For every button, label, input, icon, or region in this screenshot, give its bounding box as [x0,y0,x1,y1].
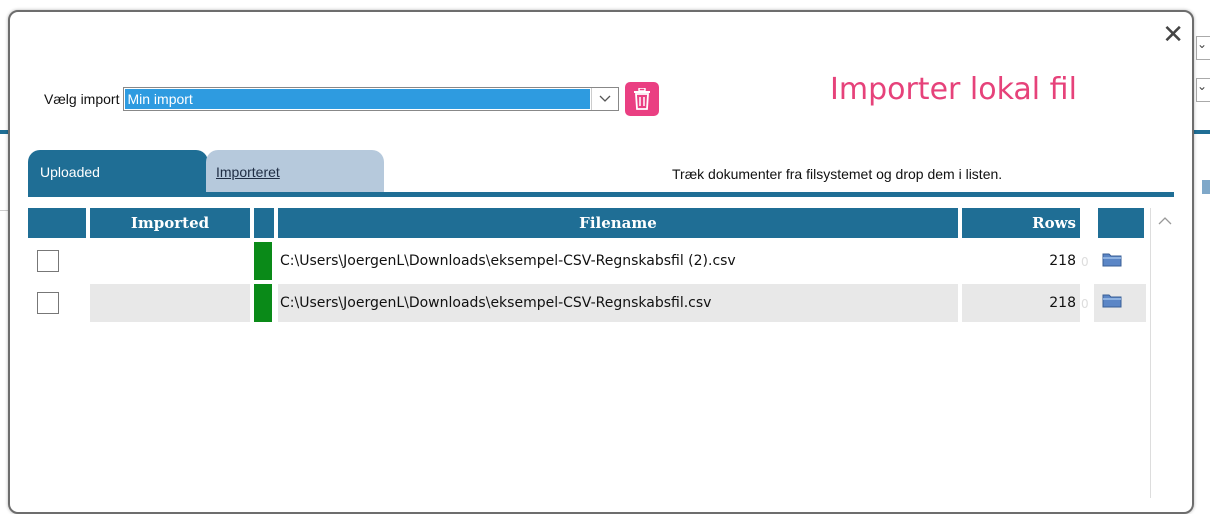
header-rows[interactable]: Rows [962,208,1080,238]
tab-uploaded[interactable]: Uploaded [28,150,208,192]
hidden-value: 0 [1081,255,1089,269]
folder-icon[interactable] [1102,251,1122,267]
import-select-value[interactable]: Min import [125,89,591,109]
header-actions [1098,208,1144,238]
filename-cell[interactable]: C:\Users\JoergenL\Downloads\eksempel-CSV… [278,284,958,322]
background-dropdown-1: ⌄ [1196,36,1210,60]
row-select-cell [28,284,86,322]
folder-icon[interactable] [1102,292,1122,308]
tab-underline [28,192,1174,197]
drop-hint: Træk dokumenter fra filsystemet og drop … [672,166,1003,182]
rows-cell: 218 [962,284,1080,322]
filename-cell[interactable]: C:\Users\JoergenL\Downloads\eksempel-CSV… [278,242,958,280]
import-select[interactable]: Min import [123,87,620,111]
row-checkbox[interactable] [37,250,59,272]
import-selector-row: Vælg import Min import [44,82,660,116]
tab-bar: Uploaded Importeret [28,150,384,192]
header-select [28,208,86,238]
background-icon [1202,180,1210,194]
hidden-value: 0 [1081,297,1089,311]
dialog-title: Importer lokal fil [830,72,1077,107]
header-imported[interactable]: Imported [90,208,250,238]
background-header-fragment-right [1194,130,1210,174]
chevron-down-icon[interactable] [591,88,618,110]
trash-icon [634,88,651,110]
tab-importeret[interactable]: Importeret [206,150,384,192]
header-filename[interactable]: Filename [278,208,958,238]
row-select-cell [28,242,86,280]
rows-cell: 218 [1049,253,1076,269]
close-icon[interactable]: ✕ [1162,22,1184,48]
import-label: Vælg import [44,91,120,107]
background-dropdown-2: ⌄ [1196,78,1210,102]
row-checkbox[interactable] [37,292,59,314]
imported-cell [90,242,250,280]
status-indicator [254,242,272,280]
delete-import-button[interactable] [625,82,660,116]
imported-cell [90,284,250,322]
import-dialog: ✕ Importer lokal fil Vælg import Min imp… [8,10,1194,514]
header-status [254,208,274,238]
chevron-up-icon[interactable] [1158,214,1172,230]
status-indicator [254,284,272,322]
table-scrollbar[interactable] [1150,208,1179,498]
